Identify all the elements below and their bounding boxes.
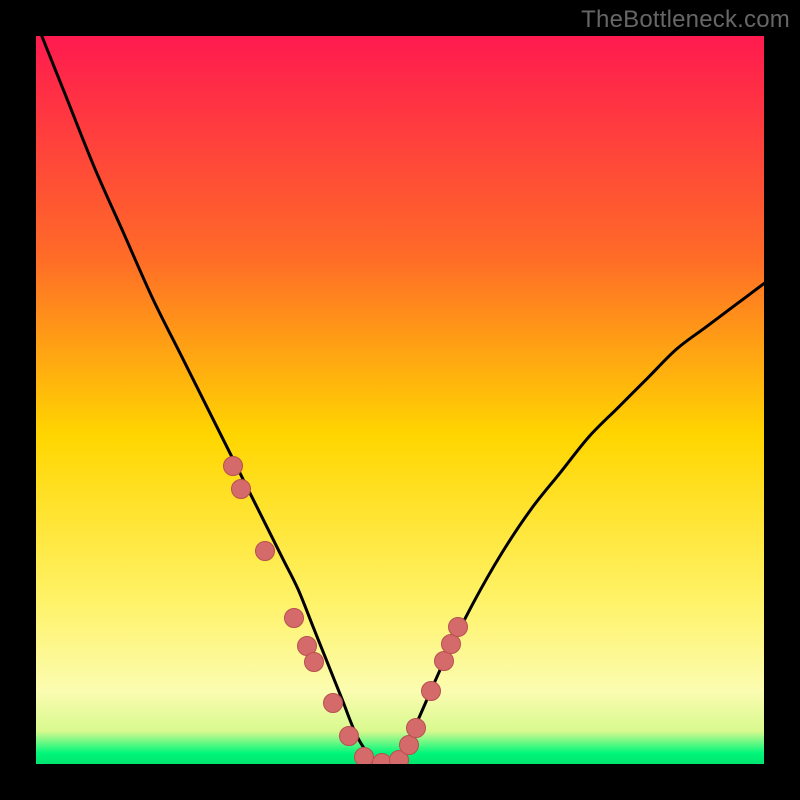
- plot-area: [36, 36, 764, 764]
- gradient-background: [36, 36, 764, 764]
- sample-dot: [448, 617, 468, 637]
- watermark-text: TheBottleneck.com: [581, 6, 790, 34]
- sample-dot: [339, 726, 359, 746]
- sample-dot: [255, 541, 275, 561]
- sample-dot: [406, 718, 426, 738]
- sample-dot: [421, 681, 441, 701]
- sample-dot: [354, 747, 374, 764]
- chart-frame: TheBottleneck.com: [0, 0, 800, 800]
- sample-dot: [399, 735, 419, 755]
- sample-dot: [304, 652, 324, 672]
- sample-dot: [223, 456, 243, 476]
- sample-dot: [284, 608, 304, 628]
- sample-dot: [231, 479, 251, 499]
- sample-dot: [323, 693, 343, 713]
